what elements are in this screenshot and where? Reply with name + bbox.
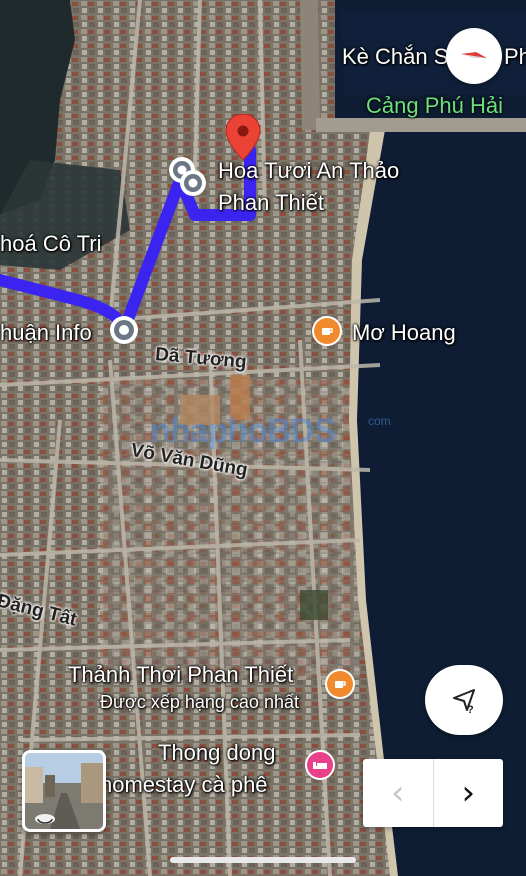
home-indicator xyxy=(170,857,356,863)
chevron-right-icon: › xyxy=(461,773,476,813)
navigation-arrow-icon: ? xyxy=(453,689,475,714)
recenter-button[interactable]: ? xyxy=(425,665,503,735)
watermark-suffix: com xyxy=(368,414,391,428)
place-label-thanh-thoi[interactable]: Thảnh Thơi Phan Thiết xyxy=(68,662,293,688)
place-label-co-tri[interactable]: hoá Cô Tri xyxy=(0,231,102,257)
place-label-thong-dong-line2: homestay cà phê xyxy=(100,772,268,797)
destination-label[interactable]: Hoa Tươi An Thảo xyxy=(218,158,399,184)
coffee-cup-icon xyxy=(335,681,346,688)
next-step-button[interactable]: › xyxy=(434,759,504,827)
place-label-ke-chan-song-tail: Ph xyxy=(504,44,526,69)
waypoint-marker xyxy=(180,170,206,196)
coffee-cup-icon xyxy=(322,328,333,335)
origin-marker xyxy=(110,316,138,344)
step-navigation: ‹ › xyxy=(363,759,503,827)
bed-icon xyxy=(313,762,327,769)
previous-step-button[interactable]: ‹ xyxy=(363,759,434,827)
cafe-poi-icon[interactable] xyxy=(327,671,353,697)
compass-icon xyxy=(461,52,487,58)
street-view-image xyxy=(25,753,103,829)
watermark: nhaphoBDS xyxy=(150,412,337,450)
compass-button[interactable] xyxy=(446,28,502,84)
place-label-cang-phu-hai[interactable]: Cảng Phú Hải xyxy=(366,93,503,119)
hotel-poi-icon[interactable] xyxy=(307,752,333,778)
street-view-thumbnail[interactable] xyxy=(22,750,106,832)
place-label-ke-chan-song[interactable]: Kè Chắn S xyxy=(342,44,448,70)
place-label-mo-hoang[interactable]: Mơ Hoang xyxy=(352,320,456,346)
place-label-thuan-info[interactable]: huận Info xyxy=(0,320,92,346)
place-label-thanh-thoi-rating: Được xếp hạng cao nhất xyxy=(100,692,299,712)
destination-label-line2: Phan Thiết xyxy=(218,190,325,215)
place-label-thong-dong[interactable]: Thong dong xyxy=(158,740,275,766)
cafe-poi-icon[interactable] xyxy=(314,318,340,344)
svg-text:?: ? xyxy=(467,704,474,714)
chevron-left-icon: ‹ xyxy=(390,773,405,813)
